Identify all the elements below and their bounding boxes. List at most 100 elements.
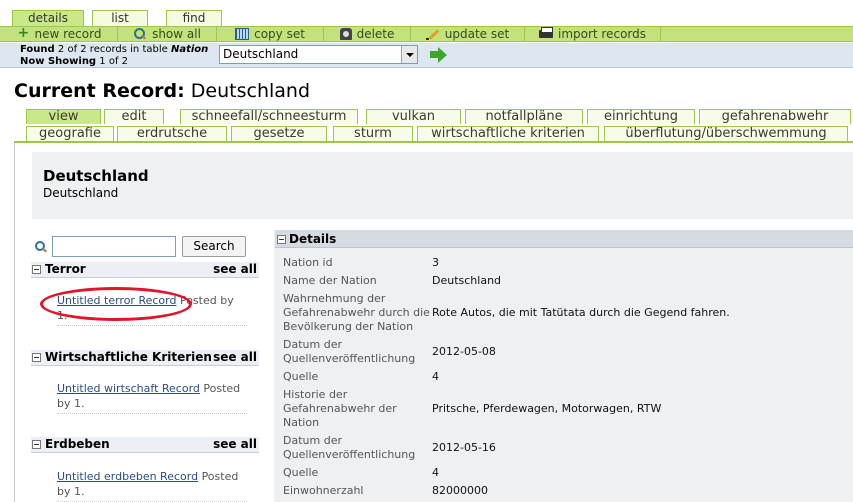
- plus-icon: [16, 25, 30, 41]
- top-tabs: details list find: [12, 10, 241, 26]
- collapse-icon[interactable]: [32, 440, 41, 449]
- tab-erdrutsche[interactable]: erdrutsche: [117, 126, 227, 141]
- update-set-label: update set: [444, 27, 510, 41]
- tab-gefahrenabwehr[interactable]: gefahrenabwehr: [699, 109, 851, 124]
- see-all-link[interactable]: see all: [213, 437, 257, 452]
- update-set-button[interactable]: update set: [411, 26, 525, 42]
- tab-schneefall-schneesturm[interactable]: schneefall/schneesturm: [180, 109, 358, 124]
- tab-details[interactable]: details: [12, 10, 84, 26]
- field-label: Historie der Gefahrenabwehr der Nation: [283, 388, 397, 429]
- show-all-label: show all: [152, 27, 201, 41]
- search-button[interactable]: Search: [182, 236, 246, 257]
- tab-wirtschaftliche-kriterien[interactable]: wirtschaftliche kriterien: [417, 126, 599, 141]
- section-title: Wirtschaftliche Kriterien: [45, 350, 212, 364]
- import-records-label: import records: [557, 27, 647, 41]
- found-bar: Found 2 of 2 records in table Nation Now…: [0, 43, 853, 68]
- page-title-value: Deutschland: [190, 80, 311, 102]
- action-bar: new record show all copy set delete upda…: [0, 25, 853, 42]
- field-value: Deutschland: [432, 274, 502, 287]
- posted-text: Posted: [203, 382, 241, 395]
- tab-notfallplaene[interactable]: notfallpläne: [465, 109, 583, 124]
- field-value: 4: [432, 370, 439, 383]
- details-title: Details: [289, 232, 337, 246]
- field-value: 3: [432, 256, 439, 269]
- section-erdbeben-header: Erdbeben see all: [31, 437, 259, 453]
- magnifier-icon: [133, 28, 147, 40]
- record-select-value: Deutschland: [223, 47, 299, 61]
- posted-by: by 1.: [57, 485, 85, 498]
- tab-ueberflutung-ueberschwemmung[interactable]: überflutung/überschwemmung: [604, 126, 848, 141]
- posted-text: Posted: [201, 470, 239, 483]
- record-select[interactable]: Deutschland: [219, 45, 418, 64]
- field-value: 82000000: [432, 484, 488, 497]
- found-count: 2: [57, 44, 65, 55]
- now-showing-label: Now Showing: [20, 56, 97, 67]
- printer-icon: [538, 27, 553, 38]
- record-subtitle: Deutschland: [43, 186, 119, 200]
- tab-find[interactable]: find: [166, 10, 222, 26]
- tab-view[interactable]: view: [26, 109, 101, 124]
- delete-label: delete: [356, 27, 395, 41]
- tab-list[interactable]: list: [92, 10, 148, 26]
- now-showing-value: 1 of 2: [99, 56, 129, 67]
- new-record-button[interactable]: new record: [0, 25, 118, 42]
- list-item: Untitled wirtschaft Record Posted by 1.: [57, 381, 247, 414]
- field-label: Name der Nation: [283, 274, 377, 287]
- see-all-link[interactable]: see all: [213, 350, 257, 365]
- record-link[interactable]: Untitled erdbeben Record: [57, 470, 198, 483]
- search-icon: [35, 241, 47, 253]
- found-summary: Found 2 of 2 records in table Nation Now…: [20, 44, 208, 68]
- copy-set-label: copy set: [254, 27, 305, 41]
- record-header: Deutschland Deutschland: [32, 152, 853, 219]
- spreadsheet-icon: [235, 28, 250, 40]
- field-label: Quelle: [283, 466, 319, 479]
- found-label: Found: [20, 44, 55, 55]
- table-name: Nation: [170, 44, 209, 55]
- tab-sturm[interactable]: sturm: [333, 126, 413, 141]
- collapse-icon[interactable]: [32, 265, 41, 274]
- section-wirtschaft-header: Wirtschaftliche Kriterien see all: [31, 350, 259, 366]
- highlight-annotation: [40, 287, 192, 321]
- go-arrow-icon[interactable]: [430, 46, 448, 64]
- field-value: 2012-05-08: [432, 345, 496, 358]
- section-terror-header: Terror see all: [31, 262, 259, 278]
- details-header: Details: [275, 230, 853, 248]
- field-label: Datum der Quellenveröffentlichung: [283, 338, 416, 365]
- posted-by: by 1.: [57, 397, 85, 410]
- tab-edit[interactable]: edit: [104, 109, 164, 124]
- trash-icon: [339, 28, 352, 40]
- delete-button[interactable]: delete: [324, 26, 411, 42]
- section-title: Erdbeben: [45, 437, 110, 451]
- collapse-icon[interactable]: [277, 235, 286, 244]
- tab-vulkan[interactable]: vulkan: [366, 109, 461, 124]
- import-records-button[interactable]: import records: [525, 26, 661, 42]
- field-value: 4: [432, 466, 439, 479]
- chevron-down-icon[interactable]: [401, 46, 417, 63]
- field-label: Einwohnerzahl: [283, 484, 364, 497]
- collapse-icon[interactable]: [32, 353, 41, 362]
- page-title: Current Record: Deutschland: [14, 80, 310, 102]
- show-all-button[interactable]: show all: [118, 26, 217, 42]
- field-value: 2012-05-16: [432, 441, 496, 454]
- section-title: Terror: [45, 262, 86, 276]
- field-value: Rote Autos, die mit Tatütata durch die G…: [432, 306, 730, 319]
- field-label: Quelle: [283, 370, 319, 383]
- tab-gesetze[interactable]: gesetze: [231, 126, 327, 141]
- tab-geografie[interactable]: geografie: [26, 126, 114, 141]
- pencil-icon: [425, 28, 440, 40]
- list-item: Untitled erdbeben Record Posted by 1.: [57, 469, 247, 502]
- search-input[interactable]: [52, 236, 176, 257]
- record-title: Deutschland: [43, 167, 149, 185]
- tabs-divider: [14, 141, 853, 143]
- field-label: Wahrnehmung der Gefahrenabwehr durch die…: [283, 292, 430, 333]
- tab-einrichtung[interactable]: einrichtung: [587, 109, 695, 124]
- see-all-link[interactable]: see all: [213, 262, 257, 277]
- field-label: Nation id: [283, 256, 333, 269]
- record-link[interactable]: Untitled wirtschaft Record: [57, 382, 200, 395]
- field-value: Pritsche, Pferdewagen, Motorwagen, RTW: [432, 402, 662, 415]
- field-label: Datum der Quellenveröffentlichung: [283, 434, 416, 461]
- content-border: [14, 143, 15, 502]
- page-title-label: Current Record:: [14, 80, 185, 102]
- new-record-label: new record: [34, 27, 102, 41]
- copy-set-button[interactable]: copy set: [217, 26, 324, 42]
